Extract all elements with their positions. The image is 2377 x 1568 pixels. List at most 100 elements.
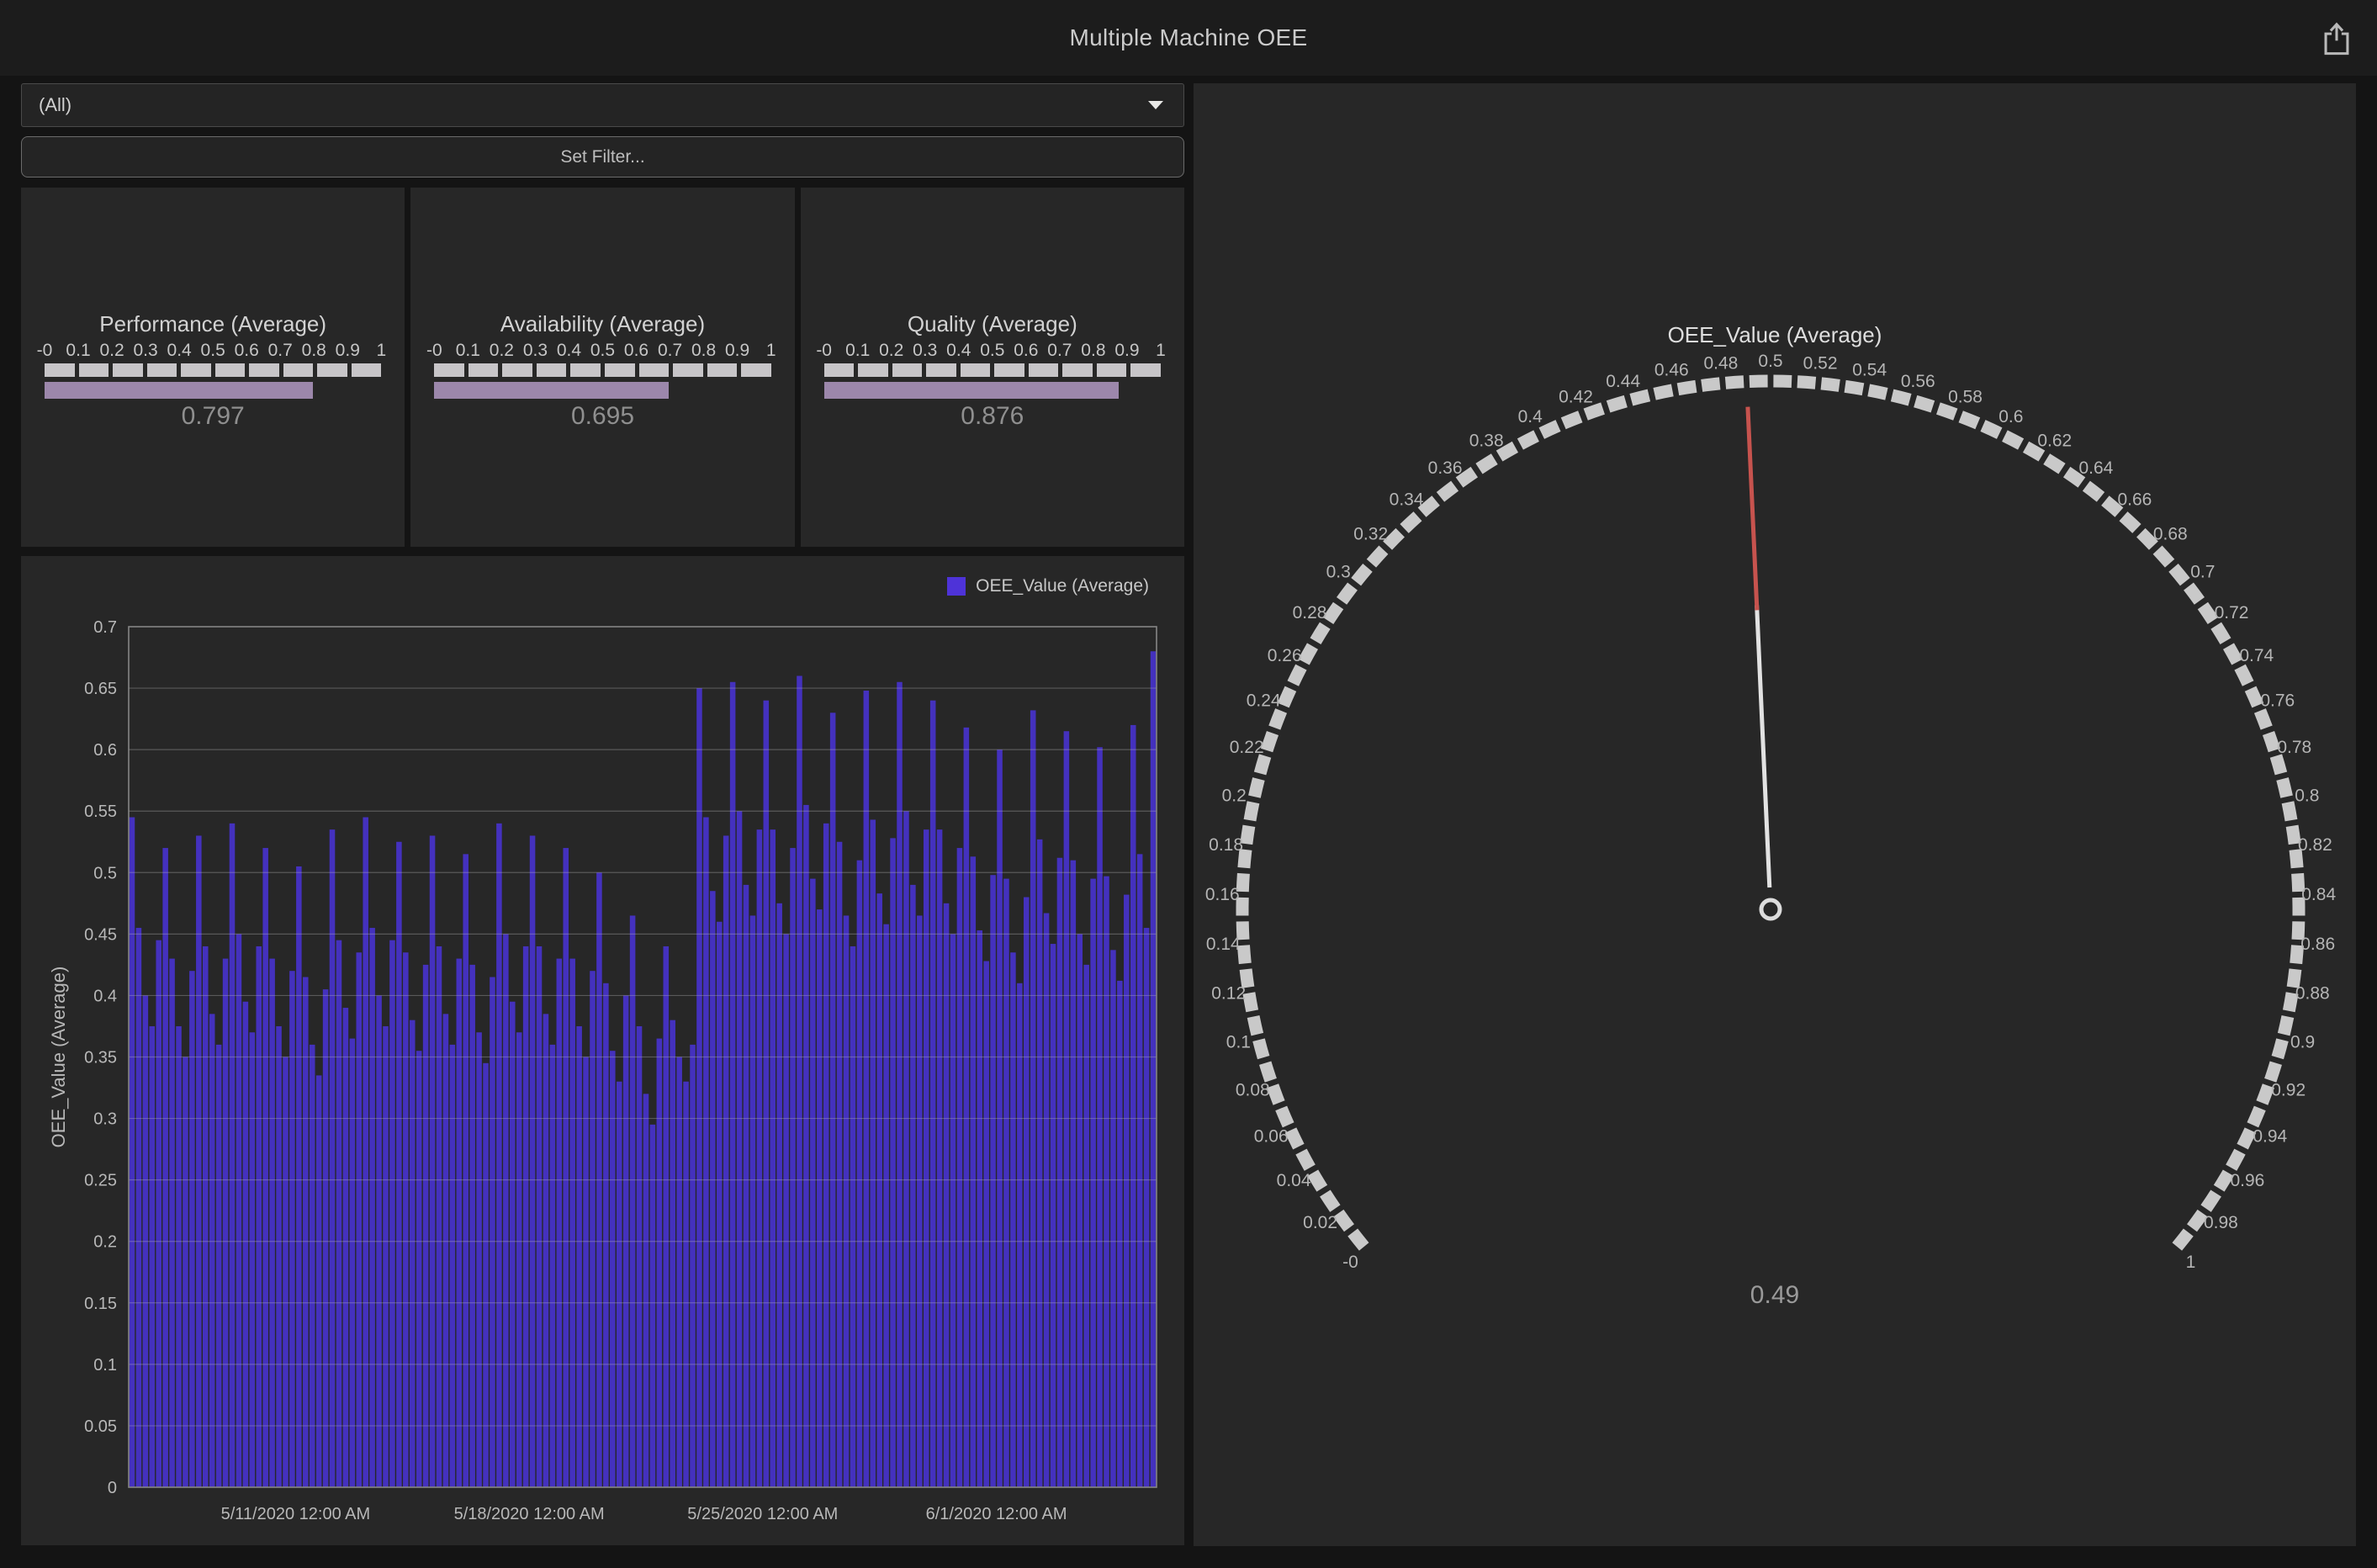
- bar: [323, 989, 329, 1487]
- svg-text:0.26: 0.26: [1268, 646, 1302, 665]
- bar: [563, 848, 569, 1487]
- bar: [983, 961, 989, 1487]
- kpi-tick-label: 0.9: [725, 341, 749, 361]
- kpi-scale-segment: [673, 363, 703, 377]
- legend-swatch: [947, 577, 966, 596]
- set-filter-button[interactable]: Set Filter...: [21, 136, 1184, 177]
- kpi-tick-label: 0.3: [913, 341, 937, 361]
- bar: [870, 819, 876, 1487]
- bar: [857, 861, 863, 1487]
- svg-text:0.14: 0.14: [1206, 935, 1241, 954]
- svg-text:5/18/2020 12:00 AM: 5/18/2020 12:00 AM: [454, 1505, 605, 1523]
- bar: [262, 848, 268, 1487]
- bar: [469, 965, 475, 1487]
- bar: [256, 946, 262, 1487]
- kpi-scale-segment: [961, 363, 991, 377]
- share-icon[interactable]: [2321, 22, 2352, 56]
- kpi-tick-label: 0.6: [235, 341, 259, 361]
- kpi-tick-label: 0.1: [66, 341, 90, 361]
- bar: [676, 1057, 682, 1488]
- kpi-scale-segment: [317, 363, 347, 377]
- svg-text:0.88: 0.88: [2295, 984, 2330, 1004]
- bar: [1077, 934, 1083, 1487]
- kpi-scale-segment: [892, 363, 923, 377]
- kpi-tick-label: 0.7: [268, 341, 293, 361]
- kpi-tick-label: 1: [376, 341, 386, 361]
- kpi-scale-segments: [434, 363, 770, 377]
- kpi-tick-label: 0.4: [946, 341, 971, 361]
- bar: [1037, 840, 1043, 1487]
- kpi-bar-track: [824, 382, 1161, 399]
- bar: [410, 1020, 416, 1487]
- bar: [537, 946, 543, 1487]
- bar: [944, 903, 950, 1487]
- kpi-scale-segment: [824, 363, 855, 377]
- bar: [683, 1082, 689, 1487]
- svg-text:5/25/2020 12:00 AM: 5/25/2020 12:00 AM: [687, 1505, 838, 1523]
- kpi-scale-segment: [215, 363, 246, 377]
- svg-text:0.22: 0.22: [1230, 738, 1264, 757]
- kpi-tick-label: 0.1: [845, 341, 870, 361]
- chevron-down-icon: [1148, 101, 1163, 109]
- bar: [569, 959, 575, 1487]
- bar: [897, 682, 903, 1487]
- bar: [150, 1026, 156, 1487]
- bar: [510, 1002, 516, 1487]
- bar: [1010, 952, 1016, 1487]
- bar: [136, 928, 142, 1487]
- bar: [450, 1045, 456, 1487]
- bar: [176, 1026, 182, 1487]
- bar: [169, 959, 175, 1487]
- kpi-value: 0.797: [45, 402, 381, 431]
- bar: [1137, 854, 1143, 1487]
- oee-gauge: -00.020.040.060.080.10.120.140.160.180.2…: [1194, 83, 2356, 1546]
- bar: [576, 1026, 582, 1487]
- kpi-scale-segment: [639, 363, 670, 377]
- kpi-value: 0.876: [824, 402, 1161, 431]
- svg-text:0.45: 0.45: [84, 925, 117, 944]
- linear-gauge-performance: Performance (Average) -00.10.20.30.40.50…: [45, 313, 381, 431]
- bar: [363, 818, 368, 1487]
- bar: [730, 682, 736, 1487]
- svg-text:6/1/2020 12:00 AM: 6/1/2020 12:00 AM: [926, 1505, 1067, 1523]
- machine-filter-dropdown[interactable]: (All): [21, 83, 1184, 127]
- bar: [810, 879, 816, 1487]
- legend-label: OEE_Value (Average): [976, 576, 1149, 596]
- kpi-scale-segment: [434, 363, 464, 377]
- kpi-value-bar: [434, 382, 668, 399]
- gauge-arc: [1242, 381, 2299, 1247]
- bar: [296, 866, 302, 1487]
- kpi-card-availability: Availability (Average) -00.10.20.30.40.5…: [410, 188, 794, 547]
- bar: [990, 875, 996, 1487]
- bar: [971, 856, 977, 1487]
- kpi-scale-segment: [537, 363, 567, 377]
- kpi-tick-label: 0.3: [523, 341, 548, 361]
- bar: [1017, 983, 1023, 1487]
- svg-text:0.2: 0.2: [93, 1233, 117, 1252]
- bar: [790, 848, 796, 1487]
- kpi-tick-label: 0.5: [201, 341, 225, 361]
- kpi-tick-labels: -00.10.20.30.40.50.60.70.80.91: [45, 340, 381, 362]
- bar: [230, 824, 236, 1487]
- svg-text:0.58: 0.58: [1948, 388, 1983, 407]
- kpi-card-quality: Quality (Average) -00.10.20.30.40.50.60.…: [801, 188, 1184, 547]
- bar: [664, 946, 670, 1487]
- bar: [1097, 747, 1103, 1487]
- kpi-scale-segment: [181, 363, 211, 377]
- bar: [776, 903, 782, 1487]
- svg-text:0.8: 0.8: [2295, 786, 2319, 805]
- bar: [817, 909, 823, 1487]
- bar: [797, 675, 802, 1487]
- bar: [156, 940, 161, 1487]
- kpi-scale-segment: [926, 363, 956, 377]
- bar: [744, 885, 749, 1487]
- bar: [303, 977, 309, 1487]
- bar: [783, 934, 789, 1487]
- kpi-bar-track: [434, 382, 770, 399]
- svg-text:0.84: 0.84: [2301, 885, 2336, 904]
- bar: [1051, 944, 1056, 1487]
- svg-text:0.68: 0.68: [2153, 525, 2188, 544]
- bar: [1144, 928, 1150, 1487]
- kpi-tick-label: 0.6: [1014, 341, 1038, 361]
- bar: [917, 915, 923, 1487]
